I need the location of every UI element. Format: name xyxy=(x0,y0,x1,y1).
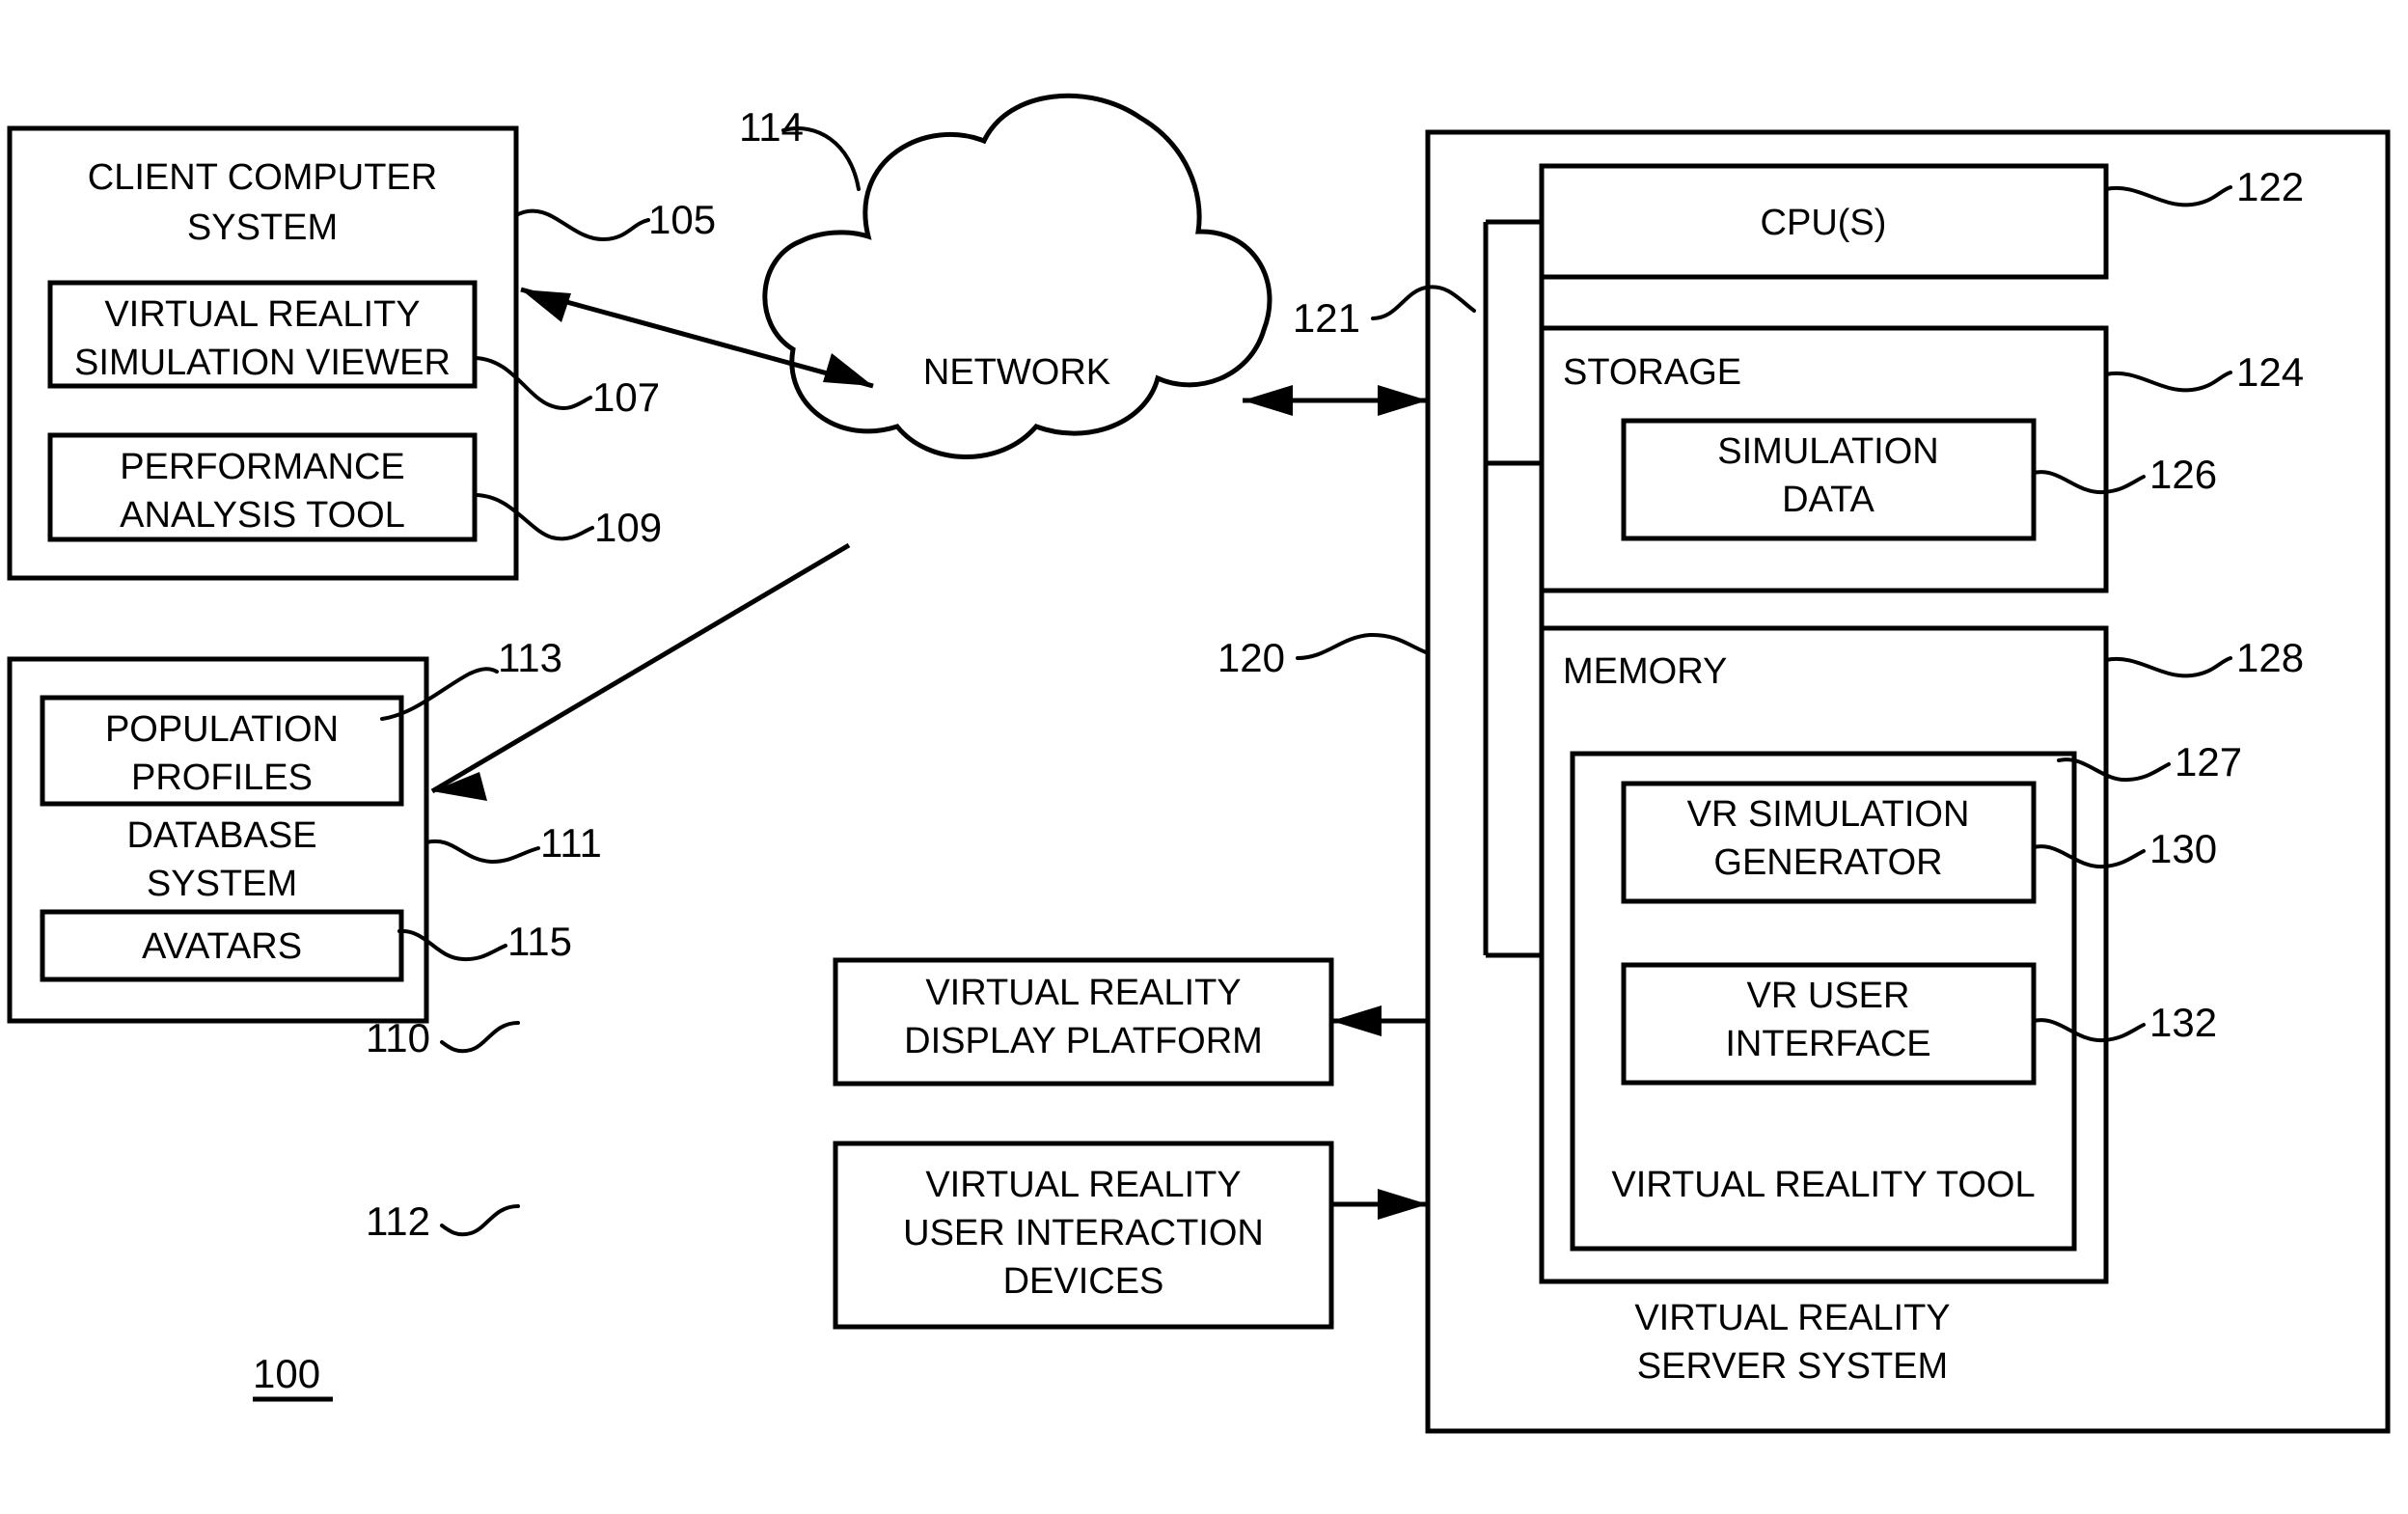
performance-analysis-tool-label-line2: ANALYSIS TOOL xyxy=(120,495,405,536)
ref-111: 111 xyxy=(540,820,602,866)
storage-label: STORAGE xyxy=(1563,352,1741,393)
devices-server-arrowhead xyxy=(1378,1189,1428,1220)
ref-109: 109 xyxy=(594,505,662,550)
ref-112-leader xyxy=(440,1204,520,1237)
ref-130: 130 xyxy=(2149,826,2217,871)
patent-figure-canvas: CLIENT COMPUTER SYSTEM VIRTUAL REALITY S… xyxy=(0,0,2408,1514)
network-server-arrowhead-left xyxy=(1243,385,1293,416)
vr-simulation-generator-label-line2: GENERATOR xyxy=(1713,842,1942,883)
ref-110-leader xyxy=(440,1021,520,1054)
ref-127: 127 xyxy=(2175,739,2242,785)
ref-107: 107 xyxy=(592,374,660,420)
ref-112: 112 xyxy=(366,1198,430,1244)
ref-122: 122 xyxy=(2236,164,2304,209)
server-display-arrowhead xyxy=(1331,1005,1382,1036)
population-profiles-label-line1: POPULATION xyxy=(105,709,339,750)
vr-display-platform-label-line2: DISPLAY PLATFORM xyxy=(904,1021,1263,1061)
database-system-title-line1: DATABASE xyxy=(126,815,316,856)
population-profiles-label-line2: PROFILES xyxy=(131,757,313,798)
network-label: NETWORK xyxy=(923,352,1110,393)
vr-simulation-generator-label-line1: VR SIMULATION xyxy=(1687,794,1970,835)
client-computer-system-title-line1: CLIENT COMPUTER xyxy=(88,157,437,198)
virtual-reality-tool-label: VIRTUAL REALITY TOOL xyxy=(1611,1165,2035,1205)
ref-132: 132 xyxy=(2149,1000,2217,1045)
simulation-data-label-line2: DATA xyxy=(1782,480,1874,520)
ref-120: 120 xyxy=(1218,635,1285,680)
vr-server-system-title-line1: VIRTUAL REALITY xyxy=(1634,1298,1950,1338)
ref-110: 110 xyxy=(366,1015,430,1060)
ref-111-leader xyxy=(424,839,540,864)
ref-115: 115 xyxy=(507,919,572,964)
database-system-title-line2: SYSTEM xyxy=(147,864,297,904)
performance-analysis-tool-label-line1: PERFORMANCE xyxy=(120,447,405,487)
vr-display-platform-label-line1: VIRTUAL REALITY xyxy=(925,973,1241,1013)
cpus-label: CPU(S) xyxy=(1761,203,1887,243)
vr-user-interaction-devices-label-line3: DEVICES xyxy=(1003,1261,1164,1302)
vr-simulation-viewer-label-line2: SIMULATION VIEWER xyxy=(74,343,451,383)
ref-121: 121 xyxy=(1293,295,1360,341)
figure-number: 100 xyxy=(253,1351,320,1396)
ref-114: 114 xyxy=(739,104,804,150)
vr-user-interface-label-line1: VR USER xyxy=(1747,976,1910,1016)
client-network-arrowhead-right xyxy=(823,353,873,386)
client-network-arrowhead-left xyxy=(521,289,571,322)
vr-user-interaction-devices-label-line1: VIRTUAL REALITY xyxy=(925,1165,1241,1205)
vr-user-interface-label-line2: INTERFACE xyxy=(1725,1024,1930,1064)
vr-user-interaction-devices-label-line2: USER INTERACTION xyxy=(903,1213,1264,1253)
ref-113: 113 xyxy=(498,635,562,680)
vr-simulation-viewer-label-line1: VIRTUAL REALITY xyxy=(104,294,420,335)
ref-105: 105 xyxy=(648,197,716,242)
ref-105-leader xyxy=(514,208,650,241)
client-network-link xyxy=(520,287,874,389)
diagram-vector-layer: CLIENT COMPUTER SYSTEM VIRTUAL REALITY S… xyxy=(7,93,2391,1434)
client-computer-system-title-line2: SYSTEM xyxy=(187,207,338,248)
avatars-label: AVATARS xyxy=(142,926,302,967)
database-network-link xyxy=(430,542,851,794)
ref-128: 128 xyxy=(2236,635,2304,680)
ref-124: 124 xyxy=(2236,349,2304,395)
ref-120-leader xyxy=(1296,632,1428,660)
ref-126: 126 xyxy=(2149,452,2217,497)
network-server-arrowhead-right xyxy=(1378,385,1428,416)
memory-label: MEMORY xyxy=(1563,651,1727,692)
simulation-data-label-line1: SIMULATION xyxy=(1717,431,1938,472)
vr-server-system-title-line2: SERVER SYSTEM xyxy=(1637,1346,1948,1387)
